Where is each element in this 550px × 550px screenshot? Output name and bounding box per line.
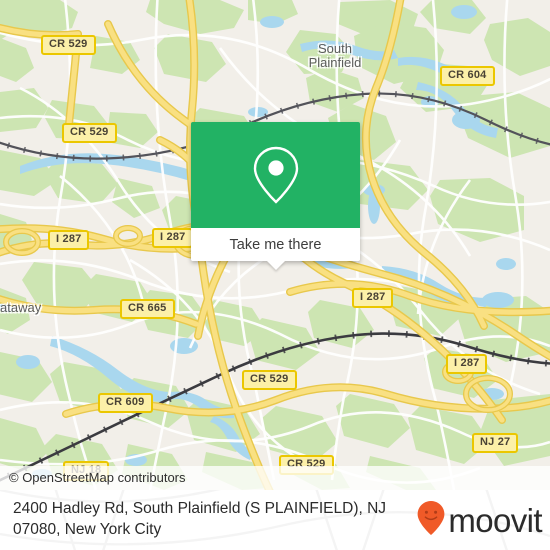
- shield-cr-529-mid[interactable]: CR 529: [242, 370, 297, 390]
- location-popup-card[interactable]: Take me there: [191, 122, 360, 270]
- shield-i-287-mid[interactable]: I 287: [152, 228, 194, 248]
- moovit-wordmark: moovit: [448, 501, 542, 539]
- moovit-map-screenshot: South Plainfield ataway CR 529 CR 529 CR…: [0, 0, 550, 550]
- shield-cr-604[interactable]: CR 604: [440, 66, 495, 86]
- popup-action-bar[interactable]: Take me there: [191, 228, 360, 270]
- popup-image-area: [191, 122, 360, 228]
- shield-cr-529-top[interactable]: CR 529: [41, 35, 96, 55]
- shield-i-287-right[interactable]: I 287: [352, 288, 394, 308]
- take-me-there-label: Take me there: [229, 236, 322, 253]
- shield-i-287-lower[interactable]: I 287: [446, 354, 488, 374]
- moovit-smiley-pin-icon: [416, 500, 446, 541]
- footer-bar: 2400 Hadley Rd, South Plainfield (S PLAI…: [0, 490, 550, 550]
- shield-cr-529-upper[interactable]: CR 529: [62, 123, 117, 143]
- shield-cr-609[interactable]: CR 609: [98, 393, 153, 413]
- map-canvas[interactable]: South Plainfield ataway CR 529 CR 529 CR…: [0, 0, 550, 490]
- osm-attribution[interactable]: © OpenStreetMap contributors: [0, 466, 550, 490]
- popup-tail-pointer: [266, 261, 285, 270]
- location-pin-icon: [250, 144, 302, 206]
- shield-nj-27[interactable]: NJ 27: [472, 433, 519, 453]
- shield-cr-665[interactable]: CR 665: [120, 299, 175, 319]
- moovit-logo[interactable]: moovit: [416, 500, 543, 539]
- address-text: 2400 Hadley Rd, South Plainfield (S PLAI…: [13, 500, 387, 538]
- shield-i-287-left[interactable]: I 287: [48, 230, 90, 250]
